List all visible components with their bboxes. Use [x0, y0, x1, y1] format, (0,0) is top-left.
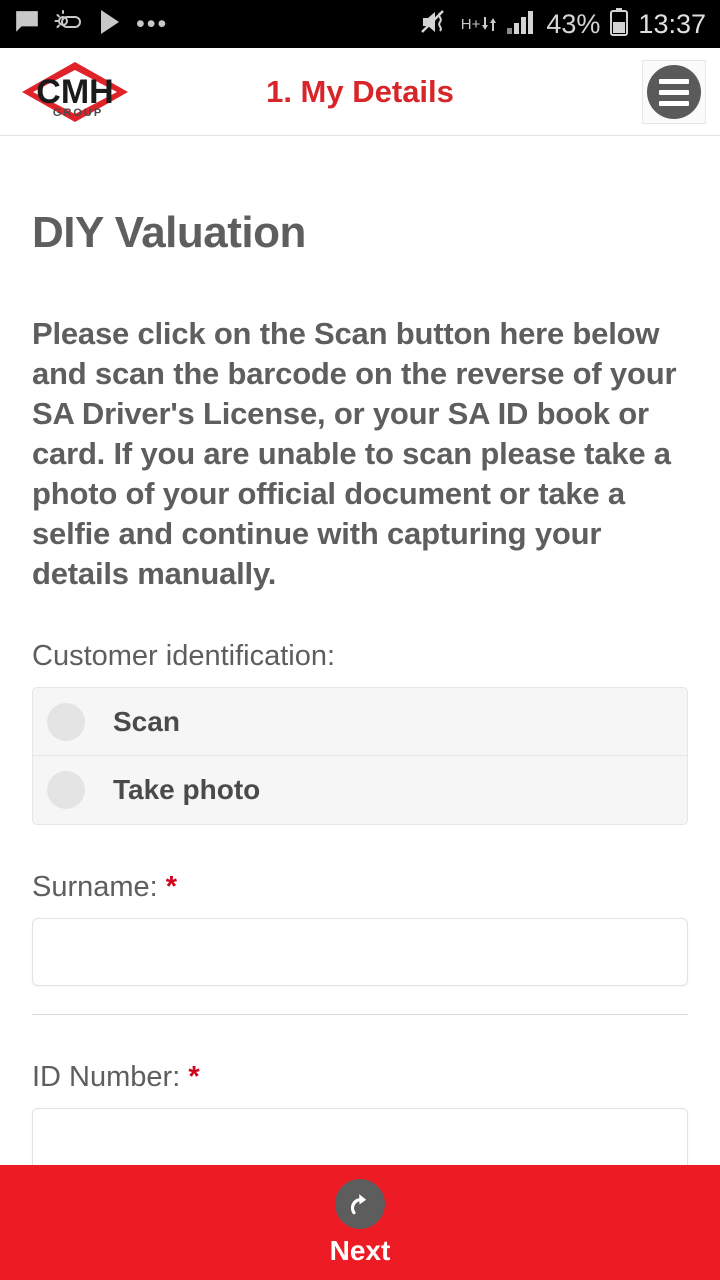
required-marker: *	[188, 1061, 200, 1093]
status-bar-right: H+ 43% 13:37	[411, 7, 706, 41]
play-store-icon	[98, 9, 122, 40]
hamburger-menu-button[interactable]	[642, 60, 706, 124]
content-heading: DIY Valuation	[32, 208, 306, 257]
list-item[interactable]: Scan	[33, 688, 687, 756]
forward-arrow-icon	[335, 1178, 385, 1229]
status-bar-left: •••	[14, 9, 182, 40]
radio-icon[interactable]	[47, 702, 85, 741]
surname-label: Surname: *	[32, 871, 688, 904]
list-item[interactable]: Take photo	[33, 756, 687, 824]
status-bar: ••• H+ 43% 13:37	[0, 0, 720, 48]
surname-input[interactable]	[32, 918, 688, 986]
next-button[interactable]: Next	[0, 1165, 720, 1280]
radio-icon[interactable]	[47, 771, 85, 809]
surname-label-text: Surname:	[32, 871, 158, 903]
main-content: DIY Valuation Please click on the Scan b…	[0, 208, 720, 1176]
network-type-label: H+	[460, 15, 481, 33]
instruction-paragraph: Please click on the Scan button here bel…	[32, 316, 677, 591]
page-title: 1. My Details	[266, 73, 454, 109]
list-item-label: Scan	[113, 705, 180, 737]
signal-bars-icon	[506, 9, 536, 40]
app-screen: ••• H+ 43% 13:37 CMH GROUP 1. My Details…	[0, 0, 720, 1280]
list-item-label: Take photo	[113, 774, 261, 805]
more-dots-icon: •••	[136, 10, 169, 38]
id-number-label-text: ID Number:	[32, 1061, 181, 1093]
id-number-label: ID Number: *	[32, 1061, 688, 1094]
battery-percent-label: 43%	[546, 8, 601, 39]
customer-identification-label: Customer identification:	[32, 640, 336, 672]
message-icon	[14, 9, 40, 40]
battery-icon	[610, 7, 629, 41]
volume-mute-icon	[420, 9, 451, 40]
app-header: CMH GROUP 1. My Details	[0, 48, 720, 136]
next-button-label: Next	[329, 1234, 391, 1266]
required-marker: *	[165, 871, 178, 903]
hamburger-menu-icon	[647, 65, 701, 119]
identification-option-list: Scan Take photo	[32, 687, 688, 825]
data-transfer-icon: H+	[461, 13, 497, 35]
clock-label: 13:37	[638, 8, 706, 39]
field-divider	[32, 1014, 688, 1015]
weather-icon	[54, 9, 84, 40]
